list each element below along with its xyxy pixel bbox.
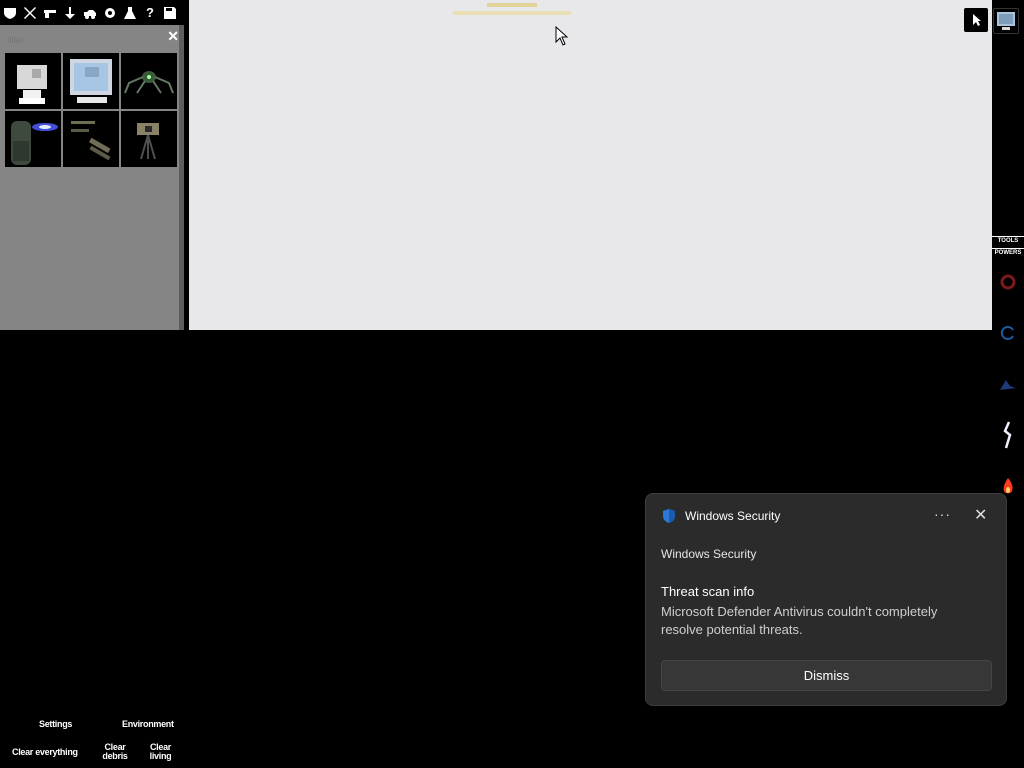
dismiss-button[interactable]: Dismiss <box>661 660 992 691</box>
panel-divider[interactable] <box>179 25 184 330</box>
explosives-icon[interactable] <box>20 2 40 24</box>
notification-source: Windows Security <box>661 547 757 561</box>
mouse-cursor-icon <box>555 26 569 46</box>
clear-living-button[interactable]: Clear living <box>148 743 173 761</box>
close-filter-icon[interactable]: ✕ <box>167 28 179 45</box>
clear-debris-button[interactable]: Clear debris <box>102 743 128 761</box>
tab-powers[interactable]: POWERS <box>992 248 1024 258</box>
settings-button[interactable]: Settings <box>39 720 72 729</box>
windows-security-notification: Windows Security ··· ✕ Windows Security … <box>645 493 1007 706</box>
lightning-power[interactable] <box>992 417 1024 453</box>
pointer-icon <box>973 14 981 26</box>
top-hint-text <box>487 3 537 7</box>
top-hint-subtext <box>453 11 571 15</box>
environment-button[interactable]: Environment <box>122 720 174 729</box>
lab-icon[interactable] <box>120 2 140 24</box>
firearms-icon[interactable] <box>40 2 60 24</box>
blue-monitor-item[interactable] <box>63 53 119 109</box>
white-computer-item[interactable] <box>5 53 61 109</box>
clear-everything-button[interactable]: Clear everything <box>12 748 78 757</box>
notification-body: Microsoft Defender Antivirus couldn't co… <box>661 604 938 637</box>
machinery-icon[interactable] <box>100 2 120 24</box>
blue-vortex-power[interactable] <box>992 315 1024 351</box>
notification-title: Threat scan info <box>661 584 755 599</box>
right-panel: TOOLS POWERS <box>992 236 1024 494</box>
filter-bar: ✕ <box>5 28 179 46</box>
close-notification-icon[interactable]: ✕ <box>974 505 987 525</box>
camera-on-tripod-item[interactable] <box>121 111 177 167</box>
blue-creature-power[interactable] <box>992 366 1024 402</box>
clear-debris-line2: debris <box>102 751 128 761</box>
help-icon[interactable]: ? <box>140 2 160 24</box>
more-options-icon[interactable]: ··· <box>934 506 951 522</box>
shield-icon <box>663 509 675 523</box>
melee-icon[interactable] <box>60 2 80 24</box>
category-icon[interactable] <box>0 2 20 24</box>
save-icon[interactable] <box>160 2 180 24</box>
item-grid <box>5 53 177 167</box>
tab-tools[interactable]: TOOLS <box>992 236 1024 246</box>
spawn-panel: ✕ <box>0 25 184 330</box>
monitor-icon <box>997 12 1015 30</box>
category-toolbar: ? <box>0 0 184 25</box>
filter-input[interactable] <box>5 34 159 46</box>
clear-living-line2: living <box>149 751 172 761</box>
notification-header: Windows Security <box>661 508 780 524</box>
red-swirl-power[interactable] <box>992 264 1024 300</box>
select-tool-button[interactable] <box>964 8 988 32</box>
game-canvas[interactable] <box>189 0 992 330</box>
view-mode-button[interactable] <box>993 8 1019 34</box>
rail-parts-item[interactable] <box>63 111 119 167</box>
notification-app-name: Windows Security <box>685 509 781 523</box>
spider-drone-item[interactable] <box>121 53 177 109</box>
vehicles-icon[interactable] <box>80 2 100 24</box>
laser-turret-item[interactable] <box>5 111 61 167</box>
